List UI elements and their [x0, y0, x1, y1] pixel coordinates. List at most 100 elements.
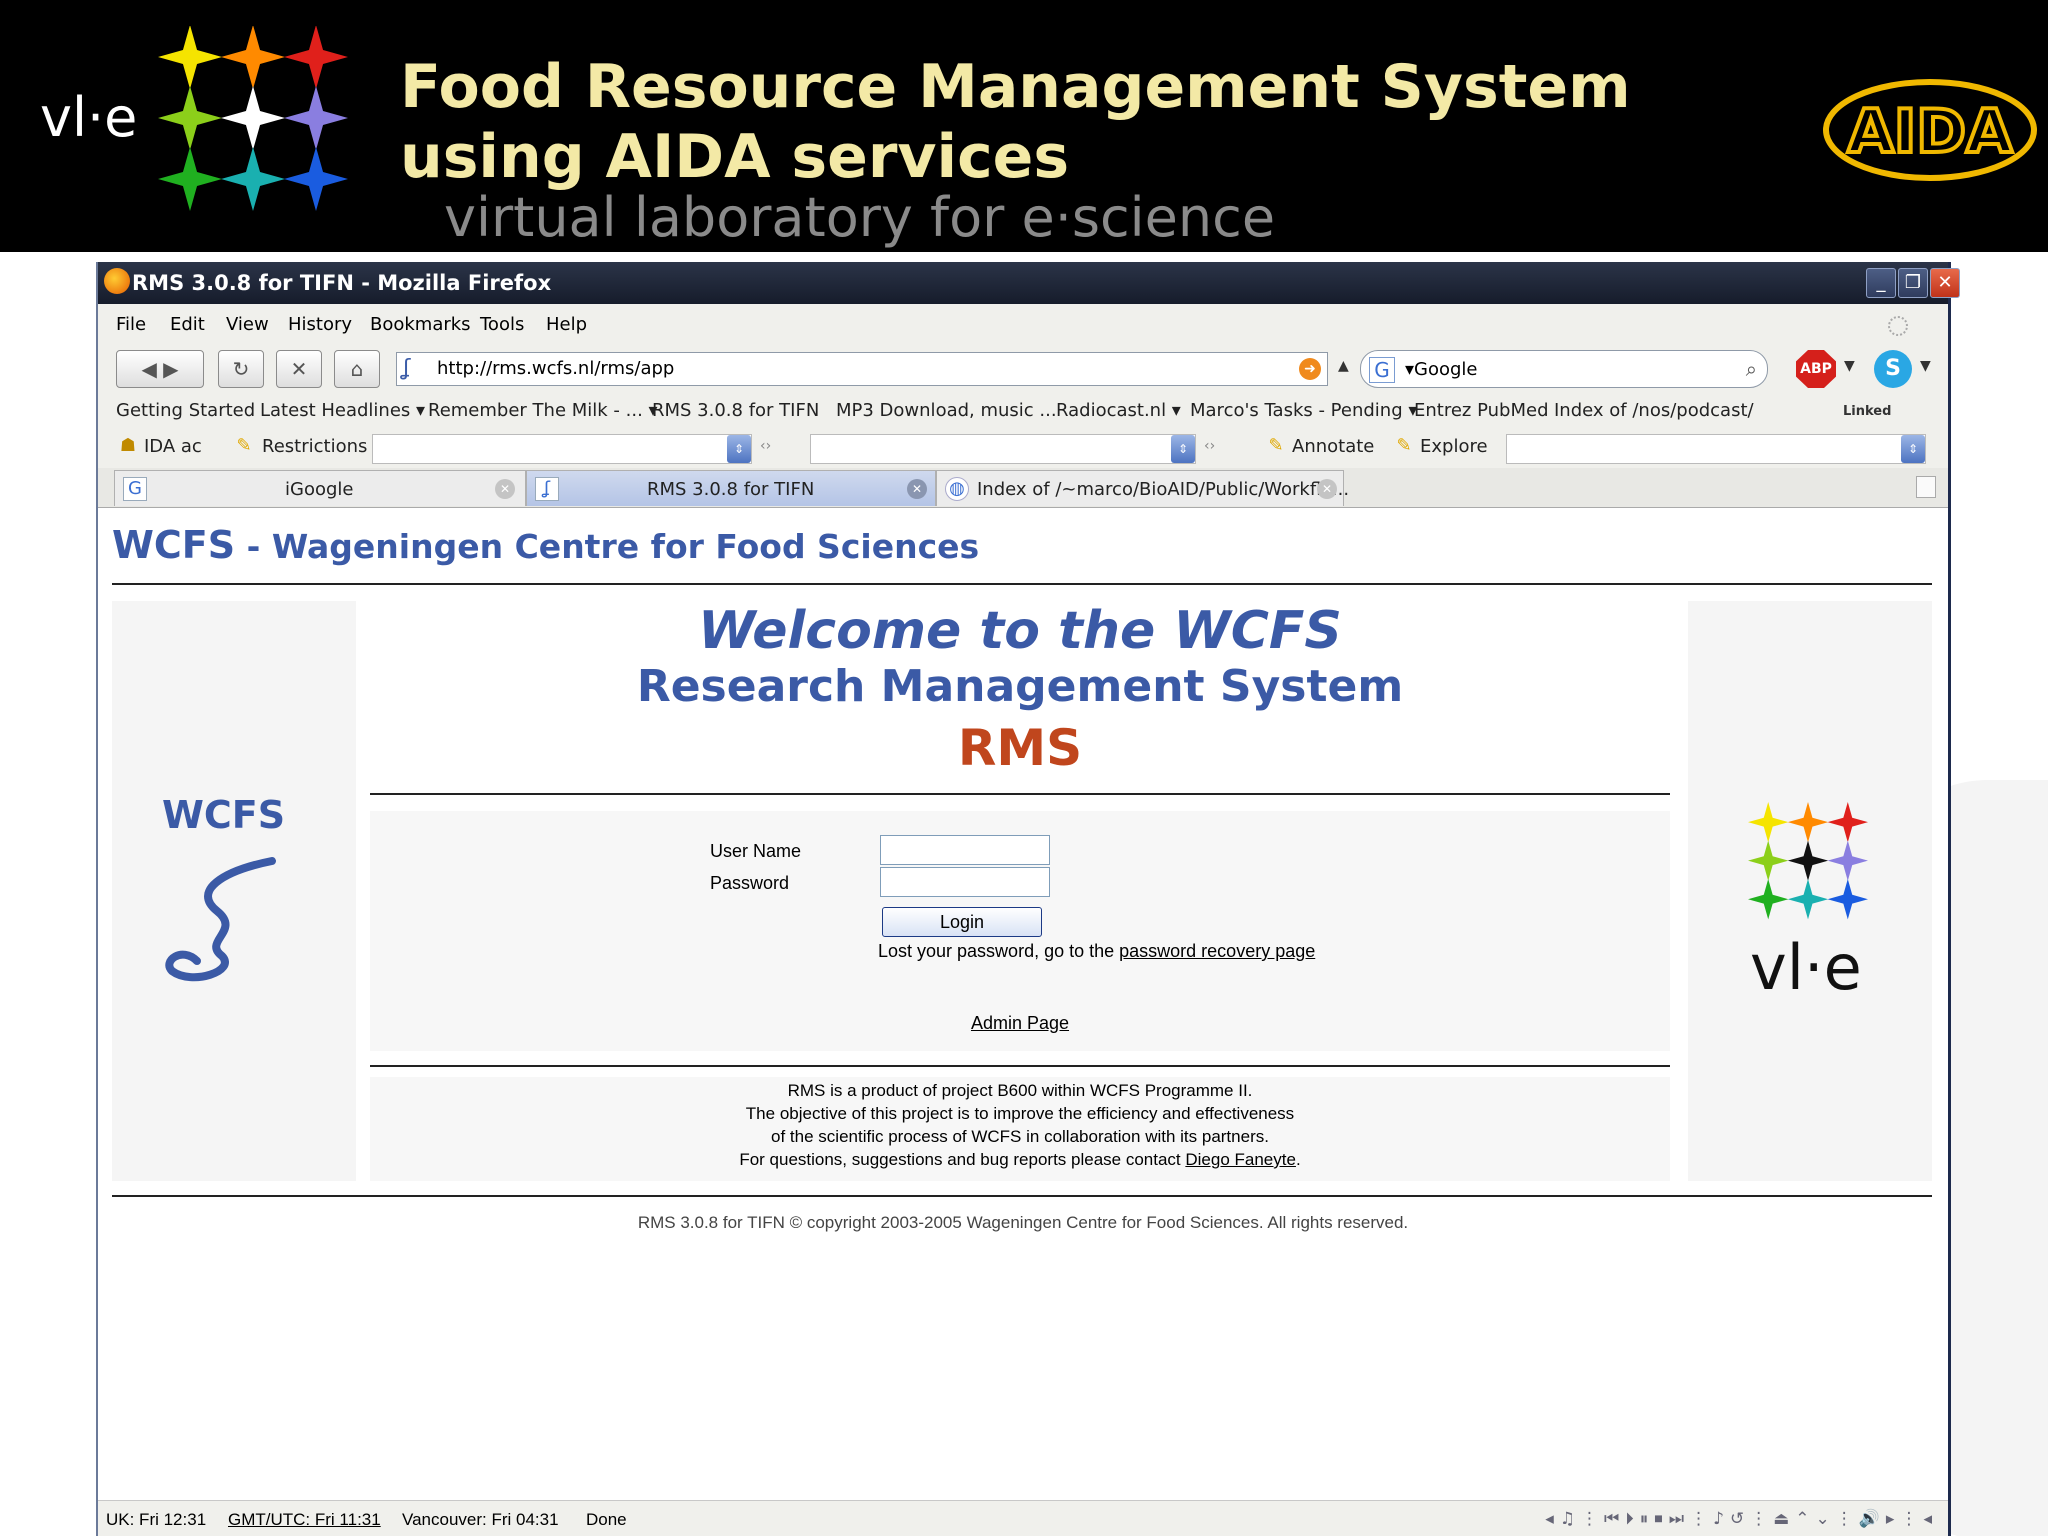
slide-title-line1: Food Resource Management System [400, 52, 1631, 122]
contact-text: For questions, suggestions and bug repor… [739, 1150, 1186, 1169]
bookmark-radiocast[interactable]: Radiocast.nl ▾ [1056, 400, 1181, 421]
bookmark-entrez-pubmed[interactable]: Entrez PubMed [1414, 400, 1549, 421]
new-tab-icon[interactable] [1916, 476, 1936, 498]
google-icon: G [123, 477, 147, 501]
url-go-icon[interactable]: ➜ [1299, 358, 1321, 380]
info-line: RMS is a product of project B600 within … [787, 1081, 1253, 1100]
url-bar[interactable]: ʆ http://rms.wcfs.nl/rms/app ➜ [396, 352, 1328, 386]
aida-logo-text: AIDA [1848, 97, 2014, 167]
menu-bookmarks[interactable]: Bookmarks [370, 314, 471, 335]
menu-view[interactable]: View [226, 314, 269, 335]
window-title: RMS 3.0.8 for TIFN - Mozilla Firefox [132, 271, 552, 295]
google-icon[interactable]: G [1369, 357, 1395, 383]
menu-edit[interactable]: Edit [170, 314, 205, 335]
navigation-toolbar: ◀ ▶ ↻ ✕ ⌂ ʆ http://rms.wcfs.nl/rms/app ➜… [98, 344, 1948, 394]
close-button[interactable]: ✕ [1930, 268, 1960, 298]
welcome-heading: Welcome to the WCFS [698, 601, 1342, 661]
search-icon[interactable]: ⌕ [1746, 357, 1757, 381]
tab-close-icon[interactable]: ✕ [1317, 479, 1337, 499]
logo-star [1748, 879, 1789, 920]
combo-arrow-icon[interactable]: ⇕ [1171, 435, 1195, 463]
minimize-button[interactable]: _ [1866, 268, 1896, 298]
tab-bar: G iGoogle ✕ ʆ RMS 3.0.8 for TIFN ✕ ◍ Ind… [98, 468, 1948, 508]
contact-link[interactable]: Diego Faneyte [1185, 1150, 1296, 1169]
window-titlebar[interactable]: RMS 3.0.8 for TIFN - Mozilla Firefox _ ❐… [98, 262, 1960, 304]
logo-star [158, 86, 222, 150]
back-forward-button[interactable]: ◀ ▶ [116, 350, 204, 388]
menu-history[interactable]: History [288, 314, 352, 335]
tab-index-bioaid[interactable]: ◍ Index of /~marco/BioAID/Public/Workflo… [936, 470, 1349, 506]
bookmark-mp3-download[interactable]: MP3 Download, music ... [836, 400, 1057, 421]
divider [112, 1195, 1932, 1197]
url-dropdown-icon[interactable]: ▲ [1338, 358, 1349, 374]
search-input[interactable]: ▾Google [1405, 359, 1478, 380]
adblock-dropdown-icon[interactable]: ▼ [1844, 358, 1855, 374]
stop-icon[interactable]: ✕ [276, 350, 322, 388]
lost-password-text: Lost your password, go to the password r… [878, 941, 1315, 962]
divider [370, 793, 1670, 795]
home-icon[interactable]: ⌂ [334, 350, 380, 388]
info-line: The objective of this project is to impr… [745, 1104, 1295, 1123]
restore-button[interactable]: ❐ [1898, 268, 1928, 298]
annotate-button[interactable]: Annotate [1292, 436, 1374, 457]
password-recovery-link[interactable]: password recovery page [1119, 941, 1315, 961]
restrictions-button[interactable]: Restrictions [262, 436, 367, 457]
logo-star [1748, 840, 1789, 881]
bookmark-getting-started[interactable]: Getting Started [116, 400, 255, 421]
combo-arrow-icon[interactable]: ⇕ [727, 435, 751, 463]
menu-help[interactable]: Help [546, 314, 587, 335]
logo-star [1787, 840, 1829, 881]
contact-end: . [1295, 1150, 1301, 1169]
concept-combo[interactable]: ⇕ [810, 434, 1196, 464]
toolbar-grip-icon[interactable]: ‹› [760, 438, 771, 454]
rms-heading: RMS [957, 719, 1083, 777]
reload-icon[interactable]: ↻ [218, 350, 264, 388]
bookmark-remember-the-milk[interactable]: Remember The Milk - ... ▾ [428, 400, 658, 421]
clock-gmt[interactable]: GMT/UTC: Fri 11:31 [228, 1510, 381, 1530]
ida-button[interactable]: IDA ac [144, 436, 202, 457]
skype-icon[interactable]: S [1874, 350, 1912, 388]
annotate-icon: ✎ [1268, 435, 1284, 456]
tab-close-icon[interactable]: ✕ [495, 479, 515, 499]
logo-star [284, 86, 348, 150]
bookmark-latest-headlines[interactable]: Latest Headlines ▾ [260, 400, 425, 421]
url-text[interactable]: http://rms.wcfs.nl/rms/app [437, 358, 674, 379]
toolbar-grip-icon[interactable]: ‹› [1204, 438, 1215, 454]
menu-file[interactable]: File [116, 314, 146, 335]
logo-star [158, 147, 222, 211]
logo-star [1748, 801, 1789, 843]
tab-label: Index of /~marco/BioAID/Public/Workflo..… [977, 479, 1350, 500]
restrictions-combo[interactable]: ⇕ [372, 434, 752, 464]
right-column: vl·e [1688, 601, 1932, 1181]
logo-star [221, 86, 285, 150]
welcome-subheading: Research Management System [636, 661, 1404, 712]
username-field[interactable] [880, 835, 1050, 865]
admin-page-link[interactable]: Admin Page [370, 1013, 1670, 1034]
media-controls-icon[interactable]: ◂♫⋮⏮⏵⏸⏹⏭⋮♪↺⋮⏏⌃⌄⋮🔊▸⋮◂ [1545, 1509, 1938, 1529]
bookmark-index-podcast[interactable]: Index of /nos/podcast/ [1554, 400, 1754, 421]
skype-dropdown-icon[interactable]: ▼ [1920, 358, 1931, 374]
divider [370, 1065, 1670, 1067]
logo-star [1827, 879, 1868, 920]
explore-button[interactable]: Explore [1420, 436, 1488, 457]
password-field[interactable] [880, 867, 1050, 897]
tab-igoogle[interactable]: G iGoogle ✕ [114, 470, 526, 506]
tab-label: RMS 3.0.8 for TIFN [647, 479, 815, 500]
menu-tools[interactable]: Tools [480, 314, 524, 335]
copyright-text: RMS 3.0.8 for TIFN © copyright 2003-2005… [637, 1213, 1409, 1232]
combo-arrow-icon[interactable]: ⇕ [1901, 435, 1925, 463]
tab-close-icon[interactable]: ✕ [907, 479, 927, 499]
site-icon: ʆ [403, 356, 411, 381]
site-header-full: - Wageningen Centre for Food Sciences [235, 527, 980, 566]
bookmark-rms[interactable]: RMS 3.0.8 for TIFN [652, 400, 819, 421]
explore-icon: ✎ [1396, 435, 1412, 456]
adblock-icon[interactable]: ABP [1796, 350, 1836, 388]
linkedin-icon[interactable]: Linked [1843, 404, 1891, 419]
tab-rms[interactable]: ʆ RMS 3.0.8 for TIFN ✕ [526, 470, 936, 506]
slide-title-line2: using AIDA services [400, 122, 1070, 192]
explore-combo[interactable]: ⇕ [1506, 434, 1926, 464]
logo-star [158, 26, 222, 89]
search-box[interactable]: G ▾Google ⌕ [1360, 350, 1768, 388]
login-button[interactable]: Login [882, 907, 1042, 937]
bookmark-marcos-tasks[interactable]: Marco's Tasks - Pending ▾ [1190, 400, 1417, 421]
